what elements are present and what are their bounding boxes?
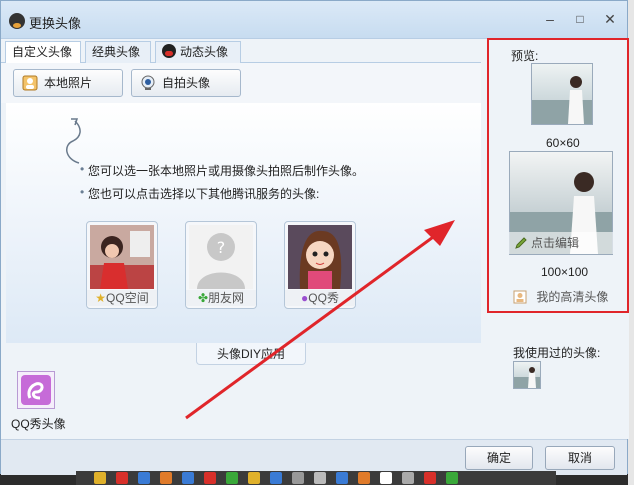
app-icon — [424, 472, 436, 484]
app-icon — [314, 472, 326, 484]
qqshow-avatar-app-icon[interactable] — [17, 371, 55, 409]
tile-caption: ★QQ空间 — [87, 290, 157, 306]
window-title: 更换头像 — [29, 16, 82, 31]
app-icon — [402, 472, 414, 484]
tab-label: 动态头像 — [180, 45, 229, 59]
preview-highlight-box — [487, 38, 629, 313]
tab-custom-avatar[interactable]: 自定义头像 — [5, 41, 81, 64]
qqshow-logo-icon — [21, 375, 51, 405]
close-button[interactable]: ✕ — [602, 11, 618, 27]
local-photo-button[interactable]: 本地照片 — [13, 69, 123, 97]
ok-button[interactable]: 确定 — [465, 446, 533, 470]
avatar-photo — [514, 367, 540, 388]
button-label: 自拍头像 — [162, 76, 211, 90]
webcam-icon — [141, 75, 155, 90]
app-icon — [160, 472, 172, 484]
qqshow-cartoon — [288, 225, 352, 289]
cancel-button[interactable]: 取消 — [545, 446, 615, 470]
maximize-button[interactable]: □ — [572, 11, 588, 27]
tile-label: 朋友网 — [208, 291, 245, 305]
hint-line: 您可以选一张本地照片或用摄像头拍照后制作头像。 — [80, 162, 364, 179]
clover-icon: ✤ — [197, 291, 209, 305]
qzone-avatar-tile[interactable]: ★QQ空间 — [86, 221, 158, 309]
app-icon — [138, 472, 150, 484]
selfie-button[interactable]: 自拍头像 — [131, 69, 241, 97]
qqshow-avatar-label: QQ秀头像 — [11, 417, 66, 431]
app-icon — [204, 472, 216, 484]
app-icon — [270, 472, 282, 484]
diy-apps-tab[interactable]: 头像DIY应用 — [196, 343, 306, 365]
tile-label: QQ秀 — [308, 291, 339, 305]
app-icon — [380, 472, 392, 484]
tile-caption: ✤朋友网 — [186, 290, 256, 306]
star-icon: ★ — [95, 291, 107, 305]
used-avatar-thumb[interactable] — [513, 361, 541, 389]
tab-classic-avatar[interactable]: 经典头像 — [85, 41, 151, 63]
tile-label: QQ空间 — [106, 291, 149, 305]
person-photo-icon — [22, 75, 38, 91]
app-icon — [226, 472, 238, 484]
hint-line: 您也可以点击选择以下其他腾讯服务的头像: — [80, 185, 319, 202]
qzone-photo — [90, 225, 154, 289]
pengyou-avatar-tile[interactable]: ? ✤朋友网 — [185, 221, 257, 309]
star-icon — [94, 472, 106, 484]
qq-logo-icon — [9, 13, 25, 29]
app-icon — [182, 472, 194, 484]
default-person-silhouette: ? — [189, 225, 253, 289]
button-label: 本地照片 — [44, 76, 93, 90]
curved-arrow-icon — [66, 118, 81, 164]
app-icon — [446, 472, 458, 484]
tab-dynamic-avatar[interactable]: 动态头像 — [155, 41, 241, 63]
svg-text:?: ? — [217, 238, 226, 257]
avatar-source-panel: 您可以选一张本地照片或用摄像头拍照后制作头像。 您也可以点击选择以下其他腾讯服务… — [6, 103, 481, 343]
toolbar: 本地照片 自拍头像 — [1, 63, 481, 103]
app-icon — [336, 472, 348, 484]
app-icon — [116, 472, 128, 484]
app-icon — [292, 472, 304, 484]
qqshow-avatar-tile[interactable]: ●QQ秀 — [284, 221, 356, 309]
app-icon — [358, 472, 370, 484]
tile-caption: ●QQ秀 — [285, 290, 355, 306]
tab-bar: 自定义头像 经典头像 动态头像 — [1, 39, 481, 64]
dialog-footer: 确定 取消 — [1, 439, 627, 475]
change-avatar-dialog: 更换头像 – □ ✕ 自定义头像 经典头像 动态头像 本地照片 自拍头像 您可以… — [0, 0, 629, 475]
tab-label: 经典头像 — [92, 45, 141, 59]
taskbar-strip — [76, 471, 556, 485]
used-avatars-label: 我使用过的头像: — [513, 346, 601, 360]
title-bar: 更换头像 – □ ✕ — [1, 1, 627, 39]
penguin-icon — [162, 44, 176, 58]
minimize-button[interactable]: – — [542, 11, 558, 27]
app-icon — [248, 472, 260, 484]
tab-label: 自定义头像 — [12, 45, 73, 59]
